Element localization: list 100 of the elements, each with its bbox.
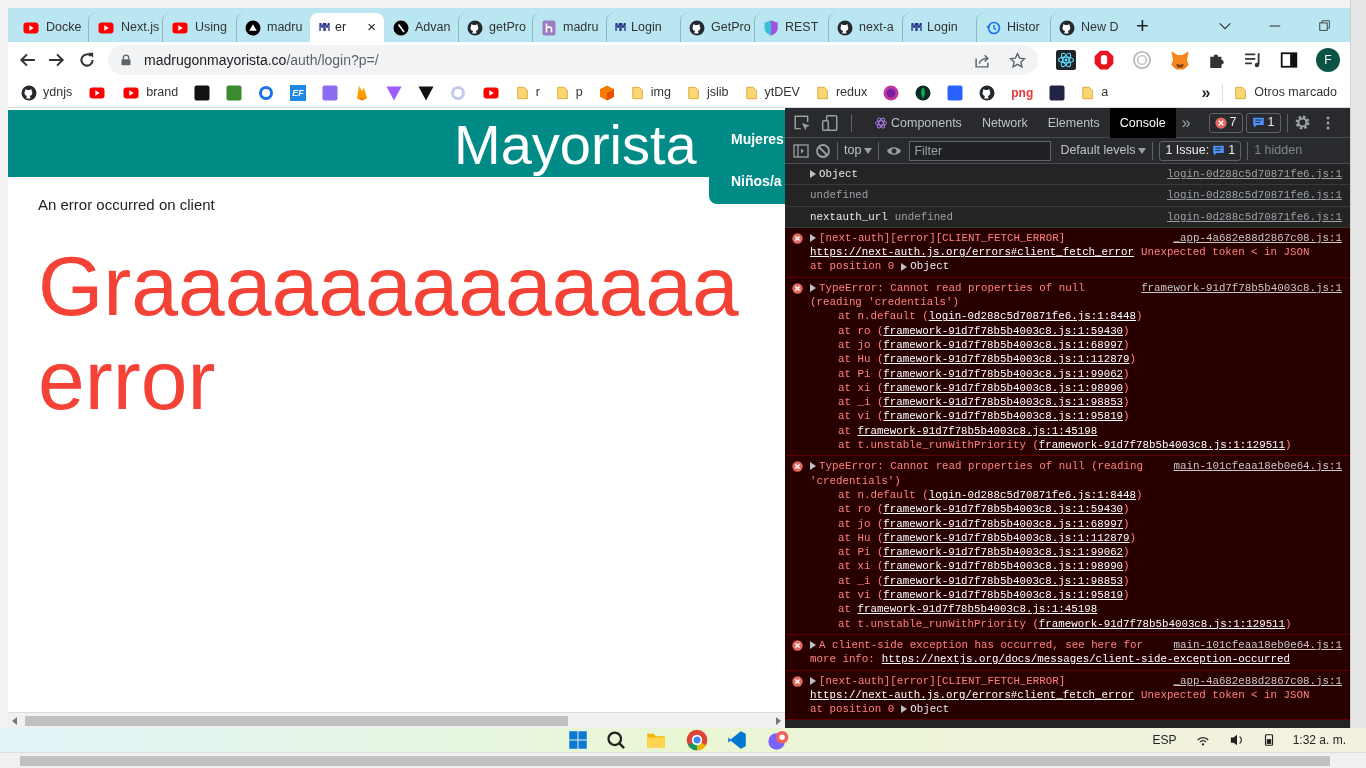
console-link[interactable]: framework-91d7f78b5b4003c8.js:1:95819 bbox=[883, 588, 1124, 603]
source-link[interactable]: main-101cfeaa18eb0e64.js:1 bbox=[1173, 637, 1342, 653]
console-link[interactable]: framework-91d7f78b5b4003c8.js:1:45198 bbox=[857, 602, 1098, 617]
bookmark[interactable]: p bbox=[550, 81, 588, 104]
console-link[interactable]: framework-91d7f78b5b4003c8.js:1:68997 bbox=[883, 337, 1124, 353]
filter-field[interactable]: Filter bbox=[909, 140, 1052, 161]
console-link[interactable]: framework-91d7f78b5b4003c8.js:1:129511 bbox=[1038, 438, 1286, 453]
atom-icon[interactable] bbox=[1056, 50, 1076, 70]
settings-icon[interactable] bbox=[1293, 114, 1311, 131]
bookmark[interactable]: png bbox=[1006, 81, 1039, 104]
expand-arrow-icon[interactable] bbox=[901, 705, 908, 714]
console-link[interactable]: https://next-auth.js.org/errors#client_fetch_error bbox=[810, 245, 1134, 260]
source-link[interactable]: _app-4a682e88d2867c08.js:1 bbox=[1173, 230, 1342, 246]
object-preview[interactable]: Object bbox=[910, 702, 950, 717]
expand-arrow-icon[interactable] bbox=[901, 262, 908, 271]
stop-hand-icon[interactable] bbox=[1094, 50, 1114, 70]
devtools-tab[interactable]: Components bbox=[864, 108, 972, 138]
search-icon[interactable] bbox=[606, 730, 626, 750]
source-link[interactable]: login-0d288c5d70871fe6.js:1 bbox=[1167, 188, 1342, 203]
bookmark[interactable]: redux bbox=[810, 81, 873, 104]
horizontal-scrollbar[interactable] bbox=[8, 712, 785, 728]
bookmark[interactable]: ytDEV bbox=[739, 81, 805, 104]
devtools-tab[interactable]: Console bbox=[1109, 108, 1176, 138]
device-icon[interactable] bbox=[821, 113, 839, 132]
error-count-button[interactable]: 7 bbox=[1208, 112, 1243, 133]
console-link[interactable]: framework-91d7f78b5b4003c8.js:1:45198 bbox=[857, 423, 1098, 439]
console-link[interactable]: framework-91d7f78b5b4003c8.js:1:99062 bbox=[883, 366, 1124, 381]
bookmark[interactable]: img bbox=[625, 81, 676, 104]
bookmark[interactable]: a bbox=[1076, 81, 1114, 104]
console-link[interactable]: framework-91d7f78b5b4003c8.js:1:95819 bbox=[883, 409, 1124, 424]
expand-arrow-icon[interactable] bbox=[810, 234, 816, 243]
console-link[interactable]: framework-91d7f78b5b4003c8.js:1:129511 bbox=[1038, 616, 1286, 631]
bookmark[interactable]: EF bbox=[285, 82, 311, 103]
clear-console-icon[interactable] bbox=[815, 142, 831, 159]
console-link[interactable]: framework-91d7f78b5b4003c8.js:1:98853 bbox=[883, 395, 1124, 410]
browser-icon[interactable] bbox=[686, 729, 708, 751]
expand-arrow-icon[interactable] bbox=[810, 462, 816, 471]
horizontal-scrollbar[interactable] bbox=[0, 752, 1366, 768]
profile-avatar[interactable]: F bbox=[1316, 48, 1340, 72]
back-icon[interactable] bbox=[18, 51, 36, 69]
restore-icon[interactable] bbox=[1318, 19, 1332, 33]
object-preview[interactable]: Object bbox=[910, 259, 950, 274]
sidebar-toggle-icon[interactable] bbox=[793, 142, 809, 159]
language-indicator[interactable]: ESP bbox=[1152, 731, 1177, 749]
expand-arrow-icon[interactable] bbox=[810, 676, 816, 685]
fox-icon[interactable] bbox=[1170, 50, 1190, 70]
app-icon[interactable] bbox=[766, 729, 790, 751]
console-link[interactable]: login-0d288c5d70871fe6.js:1:8448 bbox=[928, 309, 1137, 324]
more-tabs-button[interactable]: » bbox=[1175, 110, 1197, 135]
scrollbar[interactable] bbox=[1350, 0, 1366, 728]
more-options-icon[interactable] bbox=[1324, 114, 1331, 131]
windows-icon[interactable] bbox=[568, 730, 588, 750]
context-dropdown[interactable]: top bbox=[844, 141, 873, 160]
devtools-tab[interactable]: Elements bbox=[1037, 108, 1110, 138]
more-bookmarks-button[interactable]: » bbox=[1195, 80, 1217, 105]
battery-icon[interactable] bbox=[1262, 733, 1275, 747]
browser-tab[interactable]: Advan bbox=[384, 13, 458, 42]
bookmark-folder[interactable]: Otros marcado bbox=[1229, 81, 1342, 104]
reload-icon[interactable] bbox=[78, 51, 96, 69]
browser-tab[interactable]: MM er × bbox=[310, 13, 384, 42]
console-link[interactable]: https://next-auth.js.org/errors#client_fetch_error bbox=[810, 687, 1134, 703]
menu-item[interactable]: Niños/a bbox=[731, 168, 785, 210]
speaker-icon[interactable] bbox=[1228, 733, 1245, 747]
browser-tab[interactable]: Docke bbox=[14, 13, 88, 42]
message-count-button[interactable]: 1 bbox=[1245, 112, 1281, 133]
close-tab-button[interactable]: × bbox=[367, 16, 376, 39]
console-link[interactable]: login-0d288c5d70871fe6.js:1:8448 bbox=[928, 487, 1137, 503]
expand-arrow-icon[interactable] bbox=[810, 641, 816, 650]
levels-dropdown[interactable]: Default levels bbox=[1060, 141, 1147, 160]
source-link[interactable]: _app-4a682e88d2867c08.js:1 bbox=[1173, 673, 1342, 688]
console-link[interactable]: framework-91d7f78b5b4003c8.js:1:99062 bbox=[883, 545, 1124, 560]
bookmark[interactable]: brand bbox=[117, 81, 184, 104]
bookmark[interactable]: ydnjs bbox=[16, 81, 78, 104]
star-icon[interactable] bbox=[1009, 51, 1026, 69]
expand-arrow-icon[interactable] bbox=[810, 283, 816, 292]
clock-time[interactable]: 1:32 a. m. bbox=[1292, 731, 1346, 749]
console-link[interactable]: framework-91d7f78b5b4003c8.js:1:59430 bbox=[883, 323, 1124, 338]
object-preview[interactable]: Object bbox=[819, 167, 858, 182]
console-link[interactable]: framework-91d7f78b5b4003c8.js:1:98853 bbox=[883, 573, 1124, 588]
address-field[interactable]: madrugonmayorista.co/auth/login?p=/ bbox=[108, 45, 1038, 75]
side-panel-icon[interactable] bbox=[1280, 51, 1298, 69]
code-editor-icon[interactable] bbox=[726, 730, 748, 750]
logo-text[interactable]: Mayorista bbox=[454, 116, 697, 175]
source-link[interactable]: main-101cfeaa18eb0e64.js:1 bbox=[1173, 459, 1342, 474]
issues-button[interactable]: 1 Issue: 1 bbox=[1159, 140, 1242, 161]
bookmark[interactable]: r bbox=[510, 81, 545, 104]
inspect-icon[interactable] bbox=[793, 113, 811, 132]
expand-arrow-icon[interactable] bbox=[810, 170, 816, 179]
source-link[interactable]: framework-91d7f78b5b4003c8.js:1 bbox=[1141, 280, 1342, 296]
source-link[interactable]: login-0d288c5d70871fe6.js:1 bbox=[1167, 209, 1342, 224]
console-link[interactable]: framework-91d7f78b5b4003c8.js:1:59430 bbox=[883, 502, 1124, 517]
source-link[interactable]: login-0d288c5d70871fe6.js:1 bbox=[1167, 167, 1342, 182]
playlist-icon[interactable] bbox=[1244, 51, 1262, 69]
console-link[interactable]: framework-91d7f78b5b4003c8.js:1:98990 bbox=[883, 559, 1124, 574]
console-link[interactable]: framework-91d7f78b5b4003c8.js:1:98990 bbox=[883, 380, 1124, 396]
console-link[interactable]: framework-91d7f78b5b4003c8.js:1:68997 bbox=[883, 516, 1124, 531]
devtools-tab[interactable]: Network bbox=[971, 108, 1038, 138]
bookmark[interactable]: jslib bbox=[681, 81, 734, 104]
forward-icon[interactable] bbox=[48, 51, 66, 69]
console-link[interactable]: framework-91d7f78b5b4003c8.js:1:112879 bbox=[883, 530, 1130, 546]
